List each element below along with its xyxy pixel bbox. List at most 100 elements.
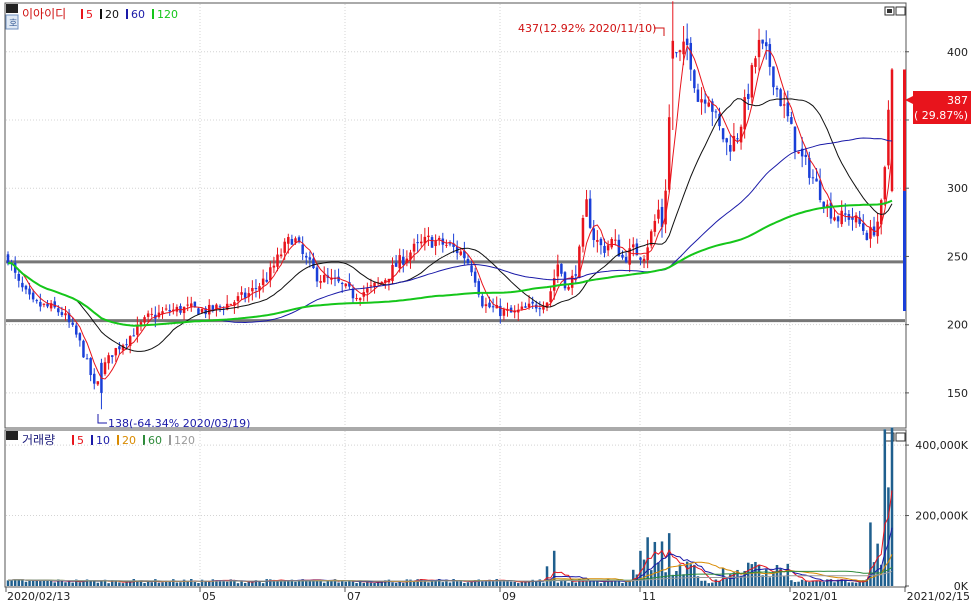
volume-bar <box>815 580 818 586</box>
candle-body <box>305 255 308 258</box>
volume-bar <box>322 582 326 586</box>
candle-body <box>549 291 552 303</box>
chart-canvas: 호 이아이디 52060120 거래량 5102060120 400350300… <box>4 1 971 603</box>
candle-body <box>556 264 560 277</box>
candle-body <box>642 258 646 262</box>
candle-body <box>28 288 31 295</box>
volume-bar <box>876 543 879 586</box>
candle-body <box>775 88 779 90</box>
candle-body <box>215 304 218 309</box>
volume-legend-name: 거래량 <box>22 433 55 447</box>
volume-bar <box>782 576 786 586</box>
volume-bar <box>725 578 728 586</box>
volume-bar <box>883 429 887 586</box>
close-icon[interactable] <box>895 6 906 16</box>
candle-body <box>351 288 355 299</box>
candle-body <box>416 242 419 244</box>
volume-bar <box>211 579 215 586</box>
candle-body <box>678 50 682 53</box>
volume-bar <box>509 581 513 586</box>
volume-bar <box>858 581 861 586</box>
volume-bar <box>161 582 164 586</box>
volume-bar <box>466 582 470 586</box>
candle-body <box>707 102 710 107</box>
volume-bar <box>491 581 495 586</box>
candle-body <box>574 274 578 276</box>
volume-bar <box>28 580 31 586</box>
volume-tick-label: 400,000K <box>915 439 968 452</box>
candle-body <box>782 104 786 106</box>
candle-body <box>883 167 887 200</box>
candle-body <box>340 282 344 285</box>
low-annotation-arrow <box>97 414 107 424</box>
volume-bar <box>362 582 366 586</box>
volume-bar <box>441 582 445 586</box>
volume-bar <box>448 582 452 586</box>
volume-legend-swatch <box>117 435 119 445</box>
candle-body <box>110 355 114 357</box>
time-tick-label: 2021/02/15 <box>907 590 970 603</box>
candle-body <box>459 251 463 255</box>
volume-bar <box>545 566 549 586</box>
price-panel-menu-icon[interactable] <box>6 4 18 13</box>
candle-body <box>890 69 894 191</box>
candle-body <box>103 362 107 375</box>
candle-body <box>240 292 243 295</box>
volume-bar <box>772 572 775 586</box>
volume-bar <box>96 582 100 586</box>
time-tick-label: 2020/02/13 <box>7 590 70 603</box>
volume-bar <box>150 582 153 586</box>
candle-body <box>265 279 268 282</box>
candle-body <box>261 278 265 286</box>
volume-bar <box>484 580 488 586</box>
volume-bar <box>804 581 808 586</box>
volume-bar <box>114 581 118 586</box>
candle-body <box>667 117 671 190</box>
price-tick-label: 200 <box>947 319 968 332</box>
volume-bar <box>24 581 28 586</box>
volume-bar <box>261 583 265 586</box>
volume-bar <box>700 580 703 586</box>
candle-body <box>861 223 865 232</box>
price-legend-ma: 60 <box>131 8 145 21</box>
candle-body <box>146 313 150 317</box>
volume-bar <box>851 582 854 586</box>
volume-bar <box>427 582 430 586</box>
volume-bar <box>711 582 714 586</box>
candle-body <box>502 309 506 316</box>
price-ma-line <box>7 137 893 327</box>
volume-panel-menu-icon[interactable] <box>6 431 18 440</box>
volume-close-icon[interactable] <box>895 432 906 442</box>
volume-legend-swatch <box>91 435 93 445</box>
candle-body <box>761 39 764 44</box>
candle-body <box>632 244 635 248</box>
volume-bar <box>754 561 757 586</box>
volume-bar <box>154 579 157 586</box>
candle-body <box>610 239 613 248</box>
volume-bar <box>693 564 696 586</box>
candle-body <box>150 313 153 315</box>
volume-bar <box>143 583 146 586</box>
candle-body <box>243 292 247 298</box>
volume-bar <box>592 581 595 586</box>
volume-bar <box>714 579 718 586</box>
volume-bar <box>168 581 171 586</box>
candle-body <box>308 257 312 260</box>
candle-body <box>520 306 524 309</box>
volume-bar <box>118 582 121 586</box>
candle-body <box>779 89 782 107</box>
candle-body <box>614 239 617 241</box>
candle-body <box>344 283 348 287</box>
volume-bar <box>517 583 520 586</box>
candle-body <box>621 254 624 258</box>
time-tick-label: 09 <box>502 590 516 603</box>
candle-body <box>793 126 797 152</box>
volume-bar <box>797 581 800 586</box>
volume-bar <box>790 580 793 586</box>
candle-body <box>107 355 110 364</box>
candle-body <box>96 381 100 385</box>
candle-body <box>114 348 118 356</box>
volume-bar <box>369 582 373 586</box>
candle-body <box>797 151 800 154</box>
volume-bar <box>394 582 398 586</box>
